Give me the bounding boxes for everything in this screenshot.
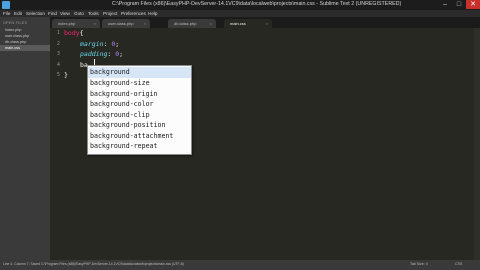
tab-user-class-php[interactable]: user.class.php × — [102, 19, 150, 28]
autocomplete-item[interactable]: background-size — [88, 78, 191, 89]
sublime-app-icon — [2, 1, 10, 9]
menu-goto[interactable]: Goto — [74, 10, 84, 17]
code-line-2: margin: 0; — [80, 39, 119, 50]
code-line-3: padding: 0; — [80, 49, 123, 60]
tab-index-php[interactable]: index.php × — [52, 19, 100, 28]
semicolon: ; — [115, 39, 120, 48]
close-brace: } — [64, 71, 68, 79]
menu-edit[interactable]: Edit — [14, 10, 22, 17]
autocomplete-item[interactable]: background-color — [88, 99, 191, 110]
semicolon: ; — [119, 50, 124, 58]
autocomplete-item[interactable]: background-position — [88, 120, 191, 131]
maximize-button[interactable]: □ — [452, 0, 466, 9]
menu-find[interactable]: Find — [48, 10, 57, 17]
line-number: 5 — [56, 72, 60, 78]
autocomplete-item[interactable]: background-clip — [88, 110, 191, 121]
status-bar: Line 4, Column 7; Saved C:\Program Files… — [0, 260, 480, 270]
tab-label: main.css — [230, 21, 246, 26]
menu-project[interactable]: Project — [103, 10, 117, 17]
tab-label: db.class.php — [174, 21, 197, 26]
minimize-button[interactable]: – — [438, 0, 452, 9]
line-gutter: 1 2 3 4 5 — [50, 28, 62, 260]
status-message: Line 4, Column 7; Saved C:\Program Files… — [3, 262, 184, 266]
title-bar: C:\Program Files (x86)\EasyPHP-DevServer… — [0, 0, 480, 10]
tab-label: index.php — [58, 21, 76, 26]
window-title: C:\Program Files (x86)\EasyPHP-DevServer… — [112, 1, 402, 7]
css-selector: body — [64, 29, 80, 37]
sidebar-header: OPEN FILES — [3, 21, 28, 25]
tab-close-icon[interactable]: × — [210, 19, 212, 28]
open-brace: { — [79, 29, 84, 37]
menu-help[interactable]: Help — [148, 10, 157, 17]
menu-preferences[interactable]: Preferences — [121, 10, 146, 17]
code-line-5: } — [64, 70, 68, 81]
tab-close-icon[interactable]: × — [94, 19, 96, 28]
sidebar-file-main-css[interactable]: main.css — [0, 45, 50, 51]
tab-db-class-php[interactable]: db.class.php × — [168, 19, 216, 28]
autocomplete-item[interactable]: background — [88, 67, 191, 78]
autocomplete-item[interactable]: background-attachment — [88, 131, 191, 142]
menu-view[interactable]: View — [60, 10, 70, 17]
autocomplete-item[interactable]: background-repeat — [88, 141, 191, 152]
line-number: 4 — [56, 61, 60, 68]
tab-main-css[interactable]: main.css × — [224, 19, 272, 28]
line-number: 1 — [56, 30, 60, 36]
tab-close-icon[interactable]: × — [266, 19, 268, 28]
tab-label: user.class.php — [108, 21, 134, 26]
menu-selection[interactable]: Selection — [26, 10, 45, 17]
code-line-1: body{ — [64, 28, 84, 39]
sidebar: OPEN FILES index.php user.class.php db.c… — [0, 17, 50, 260]
tab-bar: index.php × user.class.php × db.class.php ×… — [50, 17, 480, 28]
menu-tools[interactable]: Tools — [88, 10, 99, 17]
css-property: padding — [80, 50, 108, 58]
autocomplete-popup: background background-size background-or… — [87, 65, 192, 155]
vertical-scrollbar[interactable] — [474, 28, 480, 260]
line-number: 2 — [56, 40, 60, 47]
close-button[interactable]: ✕ — [466, 0, 480, 9]
menu-file[interactable]: File — [3, 10, 10, 17]
line-number: 3 — [56, 51, 60, 57]
autocomplete-item[interactable]: background-origin — [88, 89, 191, 100]
css-property: margin — [80, 39, 104, 48]
tab-size-selector[interactable]: Tab Size: 4 — [410, 262, 428, 266]
tab-close-icon[interactable]: × — [144, 19, 146, 28]
menu-bar: File Edit Selection Find View Goto Tools… — [0, 10, 480, 17]
syntax-selector[interactable]: CSS — [455, 262, 462, 266]
